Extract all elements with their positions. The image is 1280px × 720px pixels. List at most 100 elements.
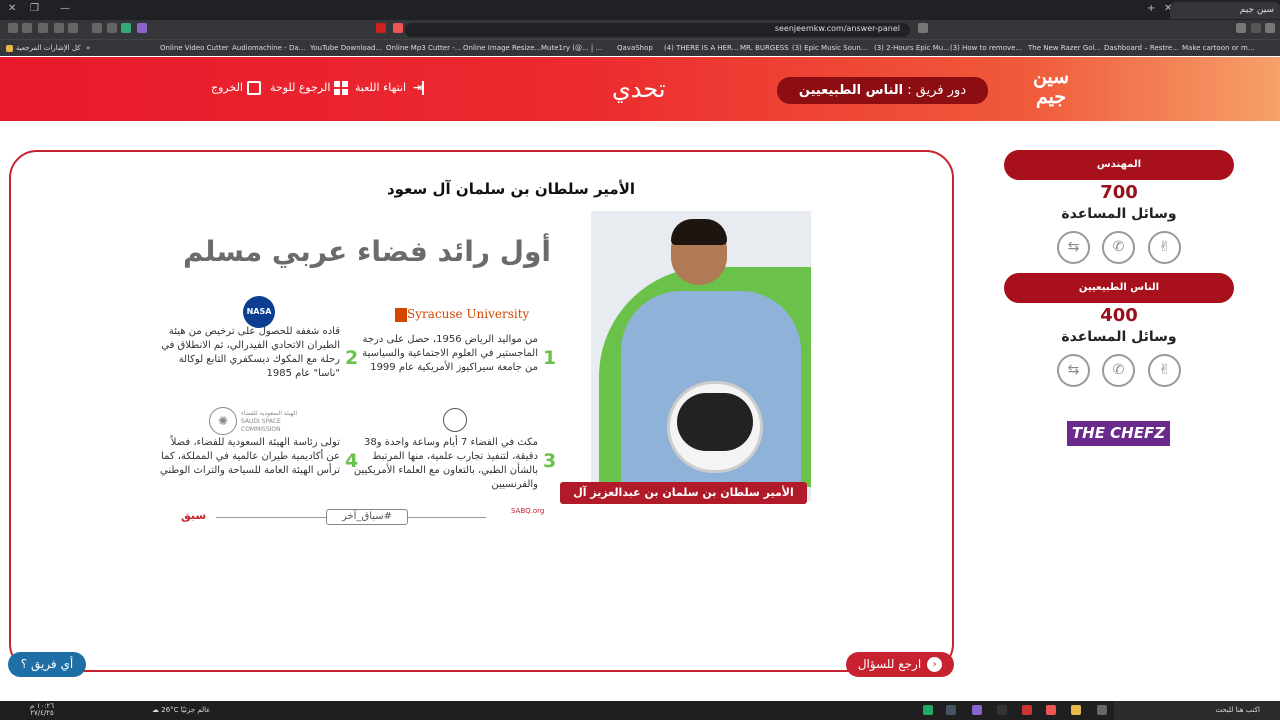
current-team-badge: دور فريق : الناس الطبيعيين [777,77,988,104]
bookmark-item[interactable]: (3) How to remove... [950,44,1022,52]
extension-icon[interactable] [54,23,64,33]
clock[interactable]: ١٠:٢٦ م ٢٧/٤/٢٥ [30,703,54,717]
sponsor-logo: THE CHEFZ [1067,421,1170,446]
tab-title: سين جيم [1239,5,1274,15]
back-to-question-button[interactable]: ‹ارجع للسؤال [846,652,954,677]
item-number: 4 [345,450,359,472]
app-icon[interactable] [1022,705,1032,715]
extension-icon[interactable] [38,23,48,33]
item-number: 2 [345,347,359,369]
close-window-icon[interactable]: ✕ [8,3,16,14]
extension-icon[interactable] [92,23,102,33]
back-icon[interactable] [1251,23,1261,33]
fact-item: تولى رئاسة الهيئة السعودية للفضاء، فضلاً… [160,437,340,476]
game-header: الخروج الرجوع للوحة ⇥انتهاء اللعبة تحدي … [0,57,1280,121]
extension-icon[interactable] [22,23,32,33]
swap-lifeline-icon[interactable]: ⇆ [1057,231,1090,264]
url-text: seenjeemkw.com/answer-panel [774,24,900,33]
nasa-logo: NASA [243,296,275,328]
phone-lifeline-icon[interactable]: ✆ [1102,231,1135,264]
saudi-space-logo-icon: ✺ [209,407,237,435]
end-game-button[interactable]: ⇥انتهاء اللعبة [355,81,425,95]
hand-lifeline-icon[interactable]: ✌ [1148,231,1181,264]
bookmark-item[interactable]: Mute1ry (@... | ... [541,44,602,52]
extension-icon[interactable] [137,23,147,33]
fact-item: مكث في الفضاء 7 أيام وساعة واحدة و38 دقي… [353,437,538,490]
brave-icon[interactable] [1046,705,1056,715]
os-taskbar: ١٠:٢٦ م ٢٧/٤/٢٥ ☁ 26°C عالم جزئيًا اكتب ه… [0,701,1280,720]
app-icon[interactable] [1097,705,1107,715]
bookmark-item[interactable]: (4) THERE IS A HER... [664,44,738,52]
app-icon[interactable] [972,705,982,715]
fact-item: قاده شغفه للحصول على ترخيص من هيئة الطير… [161,326,340,379]
bookmark-item[interactable]: The New Razer Gol... [1028,44,1101,52]
hashtag-label: #سباق_آخر [326,509,408,525]
photo-caption: الأمير سلطان بن سلمان بن عبدالعزيز آل سع… [560,482,807,521]
app-icon[interactable] [923,705,933,715]
item-number: 3 [543,450,557,472]
sabq-url: SABQ.org [511,507,545,515]
forward-icon[interactable] [1265,23,1275,33]
answer-panel: الأمير سلطان بن سلمان آل سعود الأمير سلط… [9,150,954,672]
steam-icon[interactable] [946,705,956,715]
chevron-icon[interactable]: » [86,44,90,52]
exit-label: الخروج [211,81,243,94]
bookmark-item[interactable]: Online Video Cutter [160,44,229,52]
browser-toolbar: seenjeemkw.com/answer-panel [0,20,1280,39]
item-number: 1 [543,347,557,369]
aids-label: وسائل المساعدة [1061,206,1177,222]
extension-icon[interactable] [68,23,78,33]
sabq-logo: سبق [181,509,207,522]
exit-button[interactable]: الخروج [211,81,261,95]
taskbar-search[interactable]: اكتب هنا للبحث [1114,701,1280,720]
swap-lifeline-icon[interactable]: ⇆ [1057,354,1090,387]
extension-icon[interactable] [8,23,18,33]
fact-item: من مواليد الرياض 1956، حصل على درجة الما… [362,334,538,373]
alert-icon[interactable] [376,23,386,33]
end-game-label: انتهاء اللعبة [355,81,407,94]
shield-icon[interactable] [121,23,131,33]
bookmark-icon[interactable] [918,23,928,33]
address-bar[interactable]: seenjeemkw.com/answer-panel [405,23,910,37]
syracuse-logo: Syracuse University [391,307,529,322]
end-game-icon: ⇥ [410,81,425,95]
page-title: تحدي [612,75,666,103]
weather-widget[interactable]: ☁ 26°C عالم جزئيًا [152,706,210,714]
bookmark-item[interactable]: (3) 2-Hours Epic Mu... [874,44,950,52]
team-score: 400 [1100,305,1138,326]
bookmark-all[interactable]: كل الإشارات المرجعية [6,44,81,52]
bookmark-item[interactable]: MR. BURGESS [740,44,789,52]
restore-window-icon[interactable]: ❐ [30,3,39,14]
bookmark-item[interactable]: Online Image Resize... [463,44,541,52]
bookmark-item[interactable]: Audiomachine - Da... [232,44,305,52]
saudi-space-label: الهيئة السعودية للفضاء SAUDI SPACE COMMI… [241,410,298,433]
extension-icon[interactable] [107,23,117,33]
back-to-board-button[interactable]: الرجوع للوحة [270,81,349,95]
bookmark-item[interactable]: Dashboard – Restre... [1104,44,1179,52]
folder-icon[interactable] [1071,705,1081,715]
bookmark-item[interactable]: Make cartoon or m... [1182,44,1255,52]
team-turn-prefix: دور فريق : [907,83,967,98]
team-turn-name: الناس الطبيعيين [798,83,904,98]
syracuse-icon [395,307,407,322]
grid-icon [334,81,349,95]
seenjeem-logo: سين جيم [1032,66,1070,108]
bookmark-item[interactable]: Online Mp3 Cutter -... [386,44,461,52]
browser-tab-bar: ✕ ❐ — + ✕ سين جيم [0,0,1280,20]
answer-title: الأمير سلطان بن سلمان آل سعود [386,180,636,198]
answer-infographic: الأمير سلطان بن سلمان بن عبدالعزيز آل سع… [160,207,811,537]
bookmark-item[interactable]: YouTube Download... [310,44,382,52]
brave-icon[interactable] [393,23,403,33]
team-name-pill: الناس الطبيعيين [1004,273,1234,303]
reload-icon[interactable] [1236,23,1246,33]
new-tab-icon[interactable]: + [1147,3,1155,14]
bookmark-item[interactable]: (3) Epic Music Soun... [792,44,867,52]
minimize-window-icon[interactable]: — [60,3,70,14]
exit-icon [247,81,261,95]
which-team-button[interactable]: أي فريق ؟ [8,652,86,677]
bookmark-item[interactable]: QavaShop [617,44,653,52]
phone-lifeline-icon[interactable]: ✆ [1102,354,1135,387]
hand-lifeline-icon[interactable]: ✌ [1148,354,1181,387]
browser-tab[interactable]: سين جيم [1170,2,1280,19]
app-icon[interactable] [997,705,1007,715]
